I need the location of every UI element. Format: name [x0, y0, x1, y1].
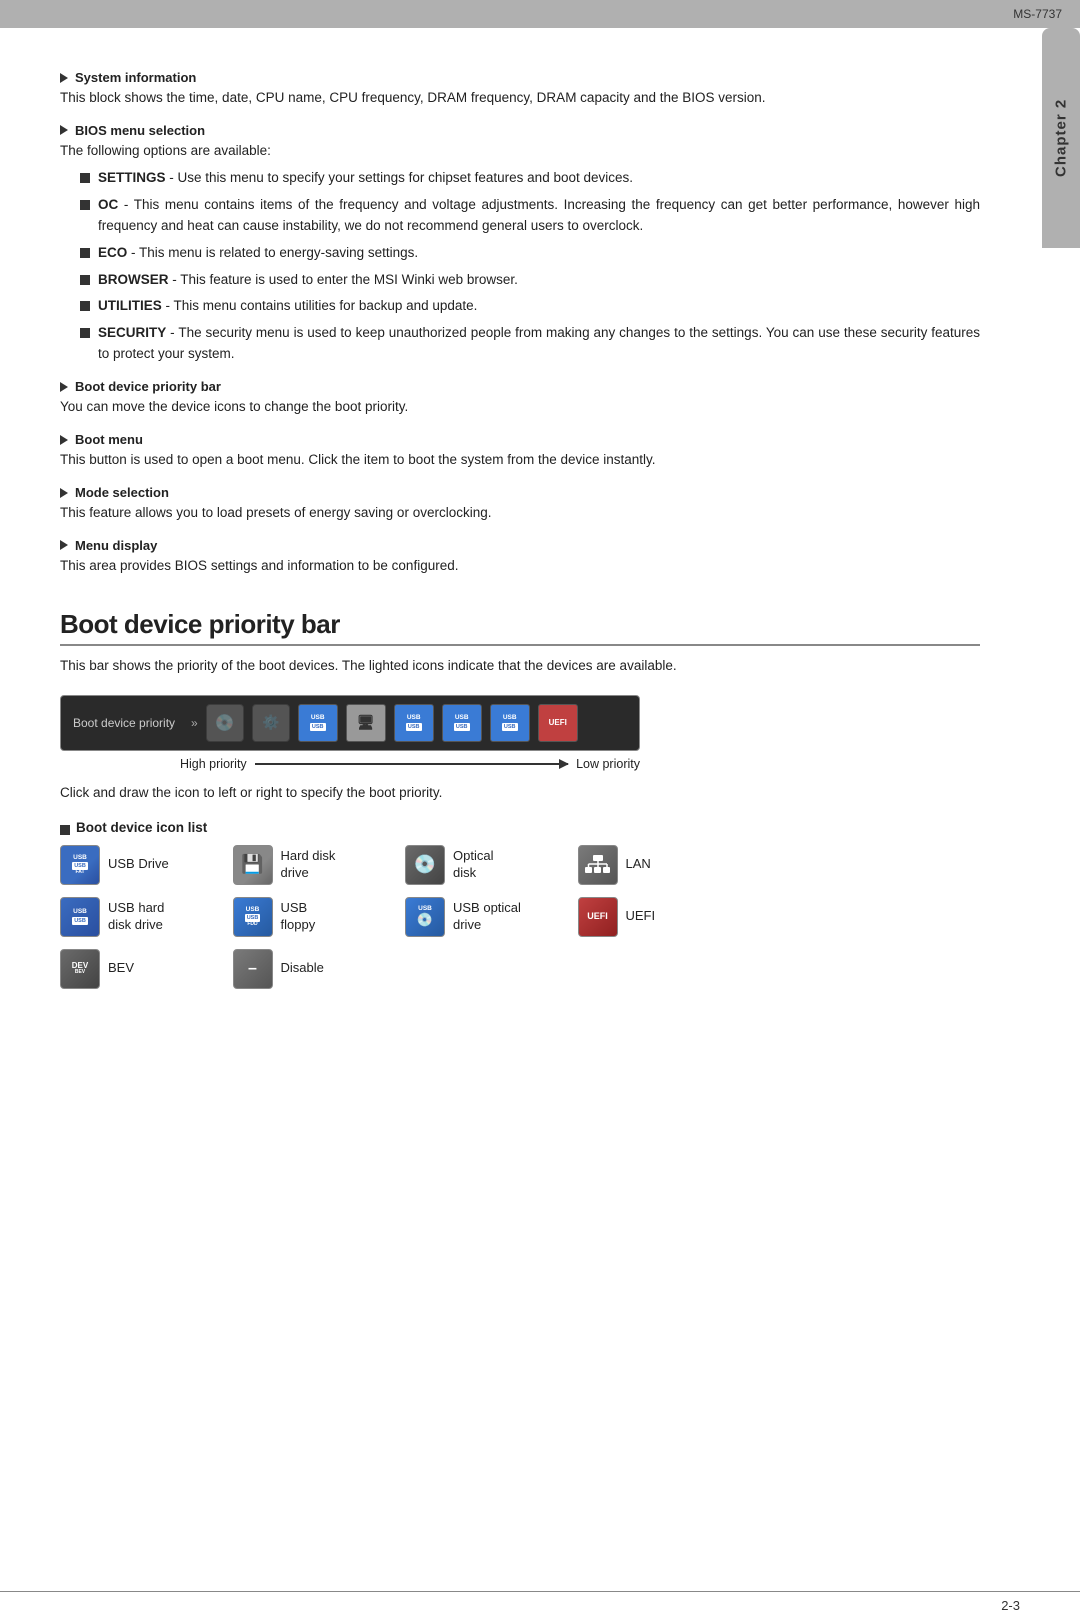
boot-icon-uefi: UEFI	[538, 704, 578, 742]
boot-priority-body: You can move the device icons to change …	[60, 397, 980, 418]
lan-thumb	[578, 845, 618, 885]
icon-list-heading: Boot device icon list	[60, 820, 980, 835]
menu-display-body: This area provides BIOS settings and inf…	[60, 556, 980, 577]
triangle-icon-4	[60, 435, 68, 445]
icon-item-usb-hdd: USB USB USB harddisk drive	[60, 897, 223, 937]
bullet-icon	[80, 275, 90, 285]
uefi-thumb: UEFI	[578, 897, 618, 937]
icon-item-uefi: UEFI UEFI	[578, 897, 741, 937]
lan-label: LAN	[626, 856, 651, 873]
triangle-icon-2	[60, 125, 68, 135]
boot-icon-optical-dim: 💿	[206, 704, 244, 742]
icon-grid: USB USB FAT USB Drive 💾 Hard diskdrive 💿…	[60, 845, 740, 989]
chapter-tab: Chapter 2	[1042, 28, 1080, 248]
priority-high-label: High priority	[180, 757, 247, 771]
menu-display-heading: Menu display	[60, 538, 980, 553]
boot-bar-label: Boot device priority	[73, 716, 175, 730]
icon-list-section: Boot device icon list USB USB FAT USB Dr…	[60, 820, 980, 989]
click-note: Click and draw the icon to left or right…	[60, 783, 980, 804]
priority-arrow-row: High priority Low priority	[60, 757, 640, 771]
big-section-intro: This bar shows the priority of the boot …	[60, 656, 980, 677]
list-item: SETTINGS - Use this menu to specify your…	[80, 168, 980, 189]
boot-bar-container: Boot device priority » 💿 ⚙️ USB USB 🖥 US…	[60, 695, 980, 771]
boot-icon-usb3: USB USB	[442, 704, 482, 742]
arrows-icon: »	[191, 716, 198, 730]
boot-priority-heading: Boot device priority bar	[60, 379, 980, 394]
triangle-icon-5	[60, 488, 68, 498]
optical-label: Opticaldisk	[453, 848, 493, 882]
page-number: 2-3	[1001, 1598, 1020, 1613]
icon-item-bev: DEV BEV BEV	[60, 949, 223, 989]
usb-optical-label: USB opticaldrive	[453, 900, 521, 934]
disable-thumb: –	[233, 949, 273, 989]
usb-hdd-label: USB harddisk drive	[108, 900, 164, 934]
icon-item-lan: LAN	[578, 845, 741, 885]
icon-item-usb-drive: USB USB FAT USB Drive	[60, 845, 223, 885]
usb-hdd-thumb: USB USB	[60, 897, 100, 937]
usb-optical-thumb: USB 💿	[405, 897, 445, 937]
triangle-icon-6	[60, 540, 68, 550]
bullet-icon	[80, 328, 90, 338]
list-item: BROWSER - This feature is used to enter …	[80, 270, 980, 291]
big-section-title: Boot device priority bar	[60, 609, 340, 639]
usb-floppy-thumb: USB USB FDD	[233, 897, 273, 937]
lan-icon	[585, 855, 611, 875]
bullet-icon	[80, 301, 90, 311]
bullet-icon	[80, 248, 90, 258]
mode-selection-heading: Mode selection	[60, 485, 980, 500]
icon-item-usb-floppy: USB USB FDD USBfloppy	[233, 897, 396, 937]
list-item: ECO - This menu is related to energy-sav…	[80, 243, 980, 264]
list-item: OC - This menu contains items of the fre…	[80, 195, 980, 237]
bios-menu-intro: The following options are available:	[60, 141, 980, 162]
boot-menu-body: This button is used to open a boot menu.…	[60, 450, 980, 471]
priority-arrow-line	[255, 763, 568, 765]
icon-item-usb-optical: USB 💿 USB opticaldrive	[405, 897, 568, 937]
list-item: UTILITIES - This menu contains utilities…	[80, 296, 980, 317]
icon-item-disable: – Disable	[233, 949, 396, 989]
model-number: MS-7737	[1013, 7, 1062, 21]
mode-selection-body: This feature allows you to load presets …	[60, 503, 980, 524]
system-info-body: This block shows the time, date, CPU nam…	[60, 88, 980, 109]
main-content: System information This block shows the …	[0, 28, 1040, 1029]
boot-bar-box: Boot device priority » 💿 ⚙️ USB USB 🖥 US…	[60, 695, 640, 751]
icon-item-optical: 💿 Opticaldisk	[405, 845, 568, 885]
bullet-icon	[80, 200, 90, 210]
optical-thumb: 💿	[405, 845, 445, 885]
hdd-thumb: 💾	[233, 845, 273, 885]
boot-icon-gear-dim: ⚙️	[252, 704, 290, 742]
big-section: Boot device priority bar	[60, 609, 980, 646]
boot-menu-heading: Boot menu	[60, 432, 980, 447]
disable-label: Disable	[281, 960, 324, 977]
hdd-label: Hard diskdrive	[281, 848, 336, 882]
list-item: SECURITY - The security menu is used to …	[80, 323, 980, 365]
bios-menu-heading: BIOS menu selection	[60, 123, 980, 138]
footer: 2-3	[0, 1591, 1080, 1619]
triangle-icon	[60, 73, 68, 83]
priority-low-label: Low priority	[576, 757, 640, 771]
bev-label: BEV	[108, 960, 134, 977]
bev-thumb: DEV BEV	[60, 949, 100, 989]
triangle-icon-3	[60, 382, 68, 392]
bullet-icon	[60, 825, 70, 835]
header-bar: MS-7737	[0, 0, 1080, 28]
usb-drive-label: USB Drive	[108, 856, 169, 873]
boot-icon-usb2: USB USB	[394, 704, 434, 742]
icon-item-hdd: 💾 Hard diskdrive	[233, 845, 396, 885]
boot-icon-usb1: USB USB	[298, 704, 338, 742]
bios-menu-list: SETTINGS - Use this menu to specify your…	[80, 168, 980, 365]
boot-icon-hdd: 🖥	[346, 704, 386, 742]
usb-drive-thumb: USB USB FAT	[60, 845, 100, 885]
bullet-icon	[80, 173, 90, 183]
boot-icon-usb4: USB USB	[490, 704, 530, 742]
system-info-heading: System information	[60, 70, 980, 85]
usb-floppy-label: USBfloppy	[281, 900, 316, 934]
uefi-label: UEFI	[626, 908, 656, 925]
